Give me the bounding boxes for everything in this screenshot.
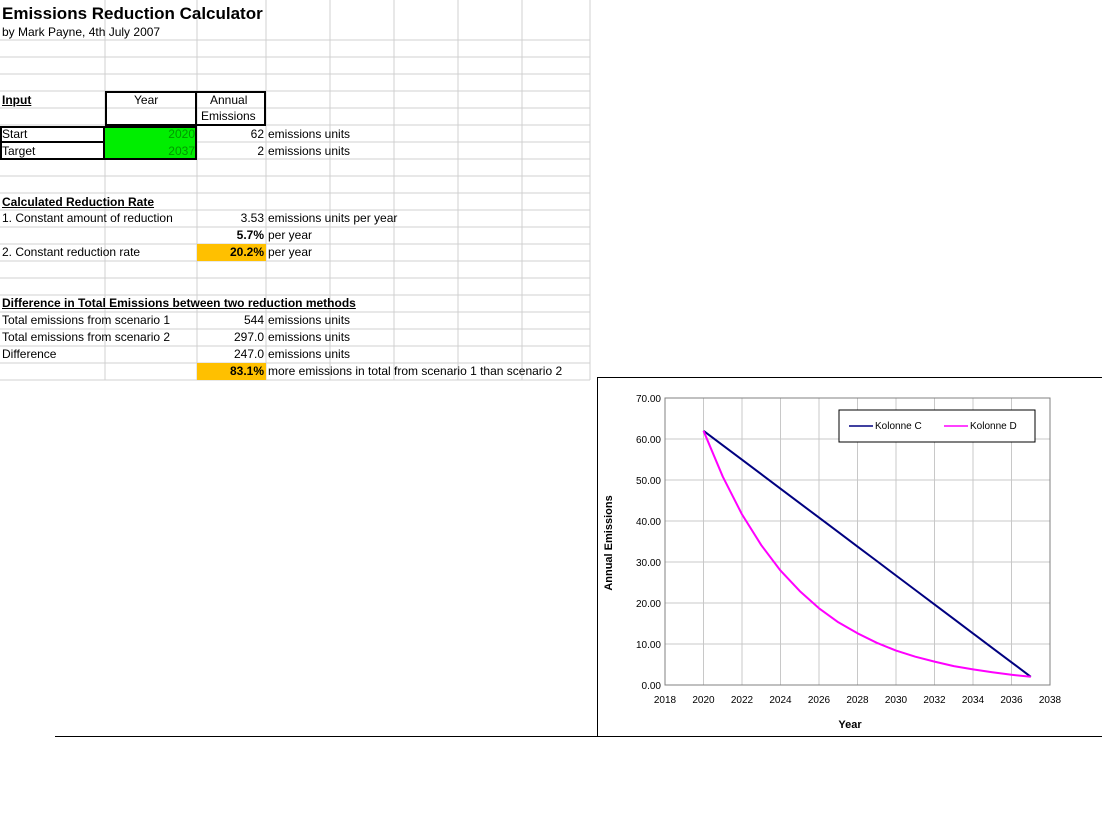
legend-label-kolonne-d: Kolonne D (970, 421, 1017, 432)
difference-units: emissions units (268, 347, 351, 361)
y-tick-label: 40.00 (636, 517, 661, 528)
target-units: emissions units (268, 144, 351, 158)
x-tick-label: 2038 (1039, 695, 1062, 706)
x-tick-label: 2030 (885, 695, 908, 706)
method1-label: 1. Constant amount of reduction (2, 211, 173, 225)
x-tick-label: 2028 (846, 695, 869, 706)
target-label: Target (2, 144, 36, 158)
y-tick-label: 50.00 (636, 476, 661, 487)
method1-value: 3.53 (240, 211, 264, 225)
x-tick-label: 2032 (923, 695, 946, 706)
emissions-line-chart: 2018 2020 2022 2024 2026 2028 2030 2032 2034 2036… (603, 394, 1062, 731)
start-label: Start (2, 127, 28, 141)
method1-percent: 5.7% (236, 228, 264, 242)
chart-frame[interactable]: 2018 2020 2022 2024 2026 2028 2030 2032 2034 2036… (597, 377, 1102, 737)
year-column-header: Year (134, 93, 159, 107)
difference-percent: 83.1% (229, 364, 264, 378)
start-emissions-input[interactable]: 62 (200, 127, 264, 142)
y-tick-label: 60.00 (636, 435, 661, 446)
annual-column-header-line1: Annual (210, 93, 248, 107)
y-tick-label: 30.00 (636, 558, 661, 569)
series-line-kolonne-c (702, 430, 1032, 678)
legend-label-kolonne-c: Kolonne C (875, 421, 922, 432)
y-tick-label: 0.00 (642, 681, 662, 692)
method2-percent: 20.2% (229, 245, 264, 259)
difference-label: Difference (2, 347, 57, 361)
total1-label: Total emissions from scenario 1 (2, 313, 171, 327)
method1-unit: emissions units per year (268, 211, 398, 225)
start-year-input[interactable]: 2020 (105, 127, 195, 142)
chart-legend: Kolonne C Kolonne D (838, 409, 1036, 443)
sheet-title: Emissions Reduction Calculator (2, 4, 263, 23)
x-tick-label: 2034 (962, 695, 985, 706)
x-tick-label: 2024 (769, 695, 792, 706)
x-tick-label: 2036 (1000, 695, 1023, 706)
method2-percent-unit: per year (268, 245, 313, 259)
input-heading: Input (2, 93, 32, 107)
target-emissions-input[interactable]: 2 (200, 144, 264, 159)
x-tick-label: 2018 (654, 695, 677, 706)
annual-column-header-line2: Emissions (201, 109, 256, 123)
x-axis-label: Year (838, 719, 862, 731)
difference-percent-text: more emissions in total from scenario 1 … (268, 364, 563, 378)
sheet-byline: by Mark Payne, 4th July 2007 (2, 25, 161, 39)
difference-heading: Difference in Total Emissions between tw… (2, 296, 356, 310)
target-year-input[interactable]: 2037 (105, 144, 195, 159)
reduction-rate-heading: Calculated Reduction Rate (2, 195, 155, 209)
y-tick-label: 10.00 (636, 640, 661, 651)
difference-value: 247.0 (233, 347, 264, 361)
y-tick-label: 20.00 (636, 599, 661, 610)
x-tick-label: 2022 (731, 695, 754, 706)
y-axis-label: Annual Emissions (603, 495, 615, 590)
total2-value: 297.0 (233, 330, 264, 344)
method1-percent-unit: per year (268, 228, 313, 242)
total2-units: emissions units (268, 330, 351, 344)
method2-label: 2. Constant reduction rate (2, 245, 141, 259)
total2-label: Total emissions from scenario 2 (2, 330, 171, 344)
start-units: emissions units (268, 127, 351, 141)
x-tick-label: 2026 (808, 695, 831, 706)
y-tick-label: 70.00 (636, 394, 661, 405)
chart-series (702, 430, 1032, 678)
total1-units: emissions units (268, 313, 351, 327)
total1-value: 544 (243, 313, 264, 327)
x-tick-label: 2020 (692, 695, 715, 706)
